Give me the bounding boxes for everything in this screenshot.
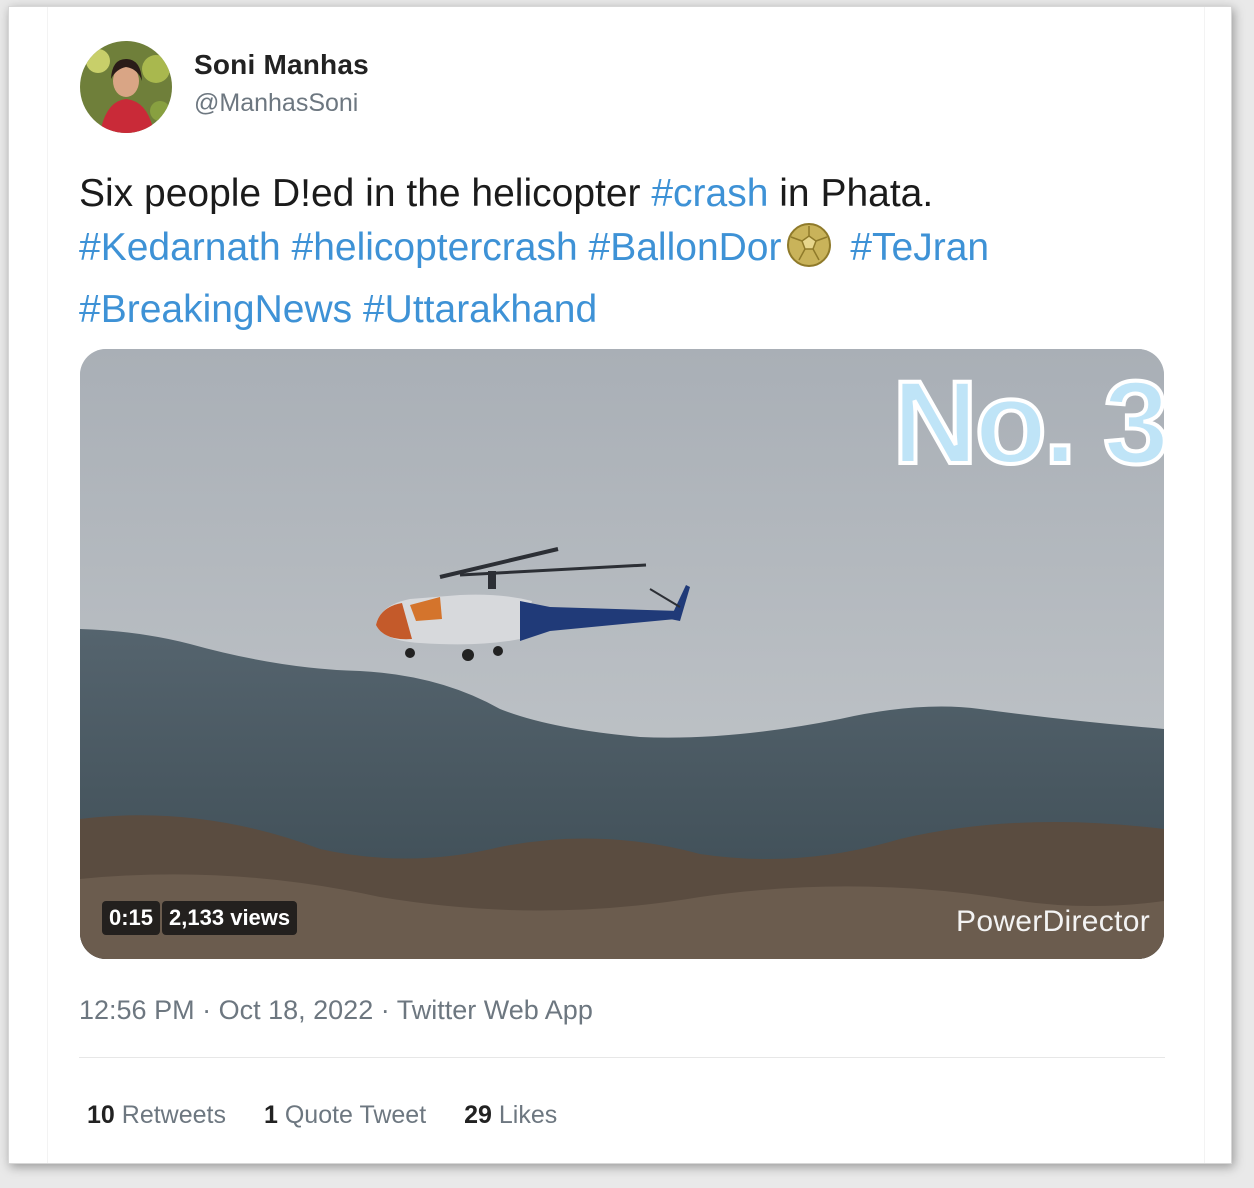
retweets-label: Retweets	[121, 1101, 226, 1129]
tweet-time[interactable]: 12:56 PM	[79, 995, 195, 1025]
tweet-date[interactable]: Oct 18, 2022	[219, 995, 374, 1025]
tweet-text: Six people D!ed in the helicopter #crash…	[79, 167, 1159, 337]
likes-label: Likes	[498, 1101, 558, 1129]
user-handle[interactable]: @ManhasSoni	[194, 89, 358, 118]
video-player[interactable]: No. 3 0:15 2,133 views PowerDirector	[80, 349, 1164, 959]
tweet-stats: 10 Retweets 1 Quote Tweet 29 Likes	[87, 1101, 557, 1130]
hashtag-ballondor[interactable]: #BallonDor	[589, 226, 782, 269]
user-name[interactable]: Soni Manhas	[194, 49, 369, 81]
tweet-text-part: in Phata.	[768, 172, 934, 215]
golden-ball-icon	[783, 222, 835, 283]
retweets-stat[interactable]: 10 Retweets	[87, 1101, 226, 1130]
meta-separator: ·	[202, 995, 212, 1025]
hashtag-uttarakhand[interactable]: #Uttarakhand	[363, 288, 597, 331]
hashtag-breakingnews[interactable]: #BreakingNews	[79, 288, 352, 331]
tweet-source[interactable]: Twitter Web App	[397, 995, 593, 1025]
likes-count: 29	[464, 1101, 492, 1129]
video-overlay-number: No. 3	[891, 355, 1164, 491]
quotes-label: Quote Tweet	[284, 1101, 427, 1129]
tweet-text-part: Six people D!ed in the helicopter	[79, 172, 652, 215]
video-duration: 0:15	[102, 901, 161, 935]
divider	[79, 1057, 1165, 1058]
video-views: 2,133 views	[162, 901, 298, 935]
avatar[interactable]	[80, 41, 172, 133]
hashtag-crash[interactable]: #crash	[651, 172, 768, 215]
quote-tweets-stat[interactable]: 1 Quote Tweet	[264, 1101, 426, 1130]
tweet-card: Soni Manhas @ManhasSoni Six people D!ed …	[8, 6, 1232, 1164]
hashtag-kedarnath[interactable]: #Kedarnath	[79, 226, 281, 269]
video-watermark: PowerDirector	[956, 905, 1150, 938]
quotes-count: 1	[263, 1101, 278, 1129]
hashtag-tejran[interactable]: #TeJran	[850, 226, 989, 269]
retweets-count: 10	[87, 1101, 115, 1129]
hashtag-helicoptercrash[interactable]: #helicoptercrash	[292, 226, 578, 269]
likes-stat[interactable]: 29 Likes	[464, 1101, 557, 1130]
meta-separator: ·	[380, 995, 390, 1025]
video-badges: 0:15 2,133 views	[102, 901, 298, 935]
tweet-meta: 12:56 PM · Oct 18, 2022 · Twitter Web Ap…	[79, 995, 593, 1026]
